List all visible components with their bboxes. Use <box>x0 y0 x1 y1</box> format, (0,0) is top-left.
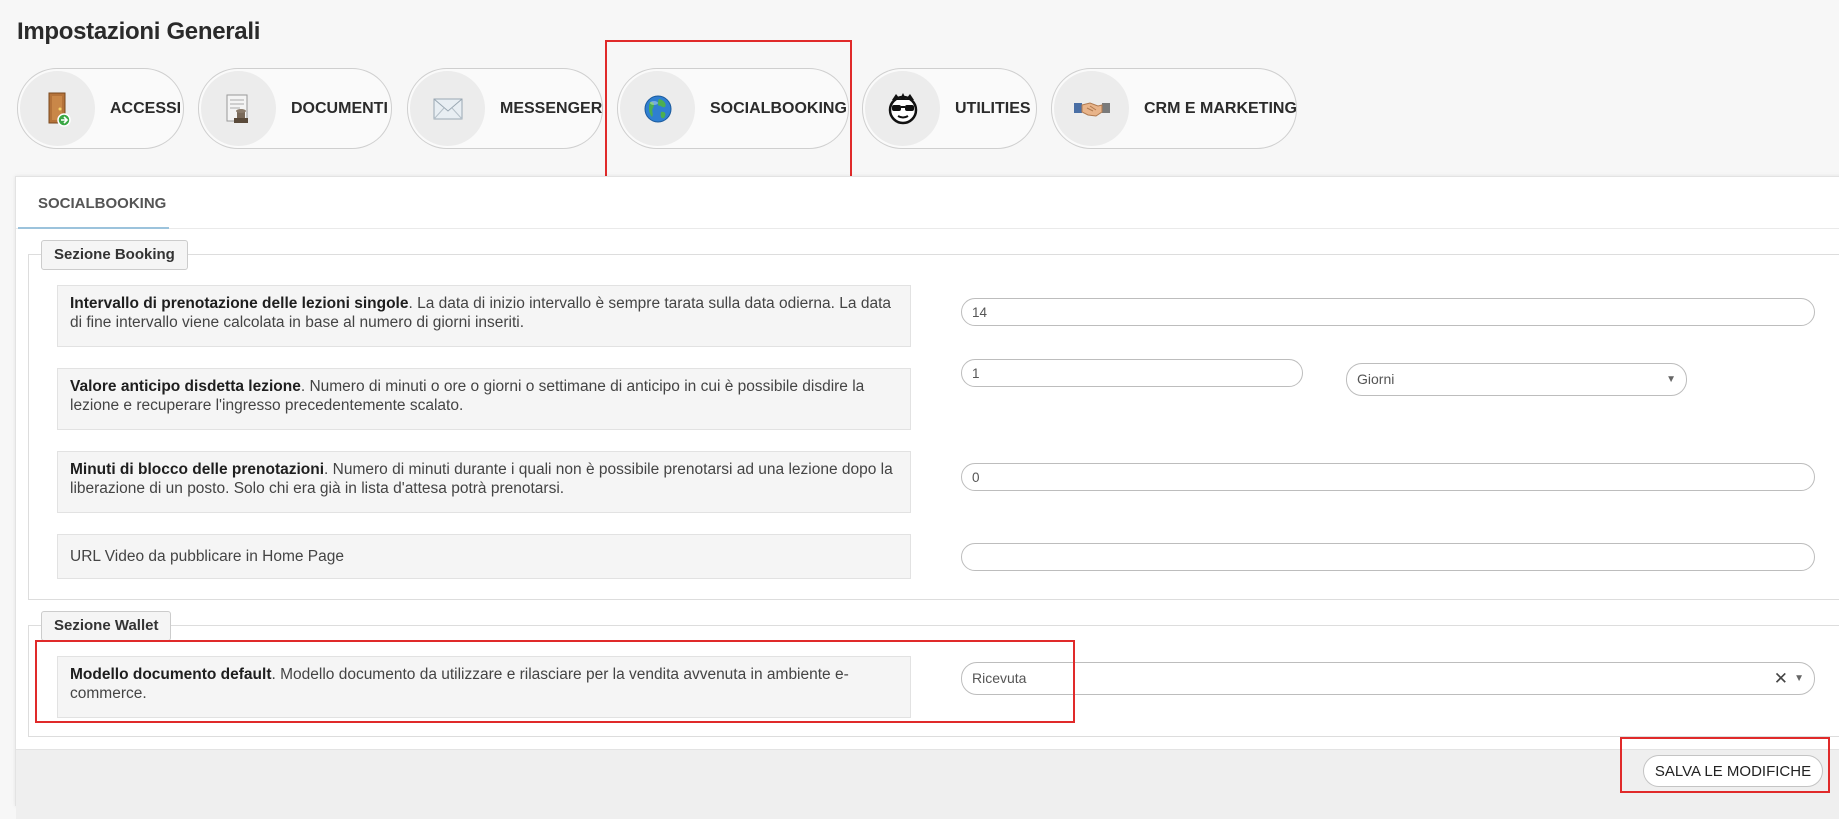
wallet-row-label: Modello documento default. Modello docum… <box>57 656 911 718</box>
save-button[interactable]: SALVA LE MODIFICHE <box>1643 755 1823 787</box>
category-utilities[interactable]: UTILITIES <box>862 68 1037 149</box>
category-label: DOCUMENTI <box>291 99 388 117</box>
category-label: SOCIALBOOKING <box>710 99 847 117</box>
row-title: Valore anticipo disdetta lezione <box>70 378 301 395</box>
door-icon <box>20 71 95 146</box>
sunglasses-face-icon <box>865 71 940 146</box>
booking-row-label: URL Video da pubblicare in Home Page <box>57 534 911 579</box>
booking-row-label: Minuti di blocco delle prenotazioni. Num… <box>57 451 911 513</box>
row-title: Minuti di blocco delle prenotazioni <box>70 461 325 478</box>
section-wallet-legend: Sezione Wallet <box>41 611 172 641</box>
handshake-icon <box>1054 71 1129 146</box>
stamp-icon <box>201 71 276 146</box>
row-title: Modello documento default <box>70 666 272 683</box>
select-value: Ricevuta <box>972 670 1027 686</box>
video-url-input[interactable] <box>961 543 1815 571</box>
select-value: Giorni <box>1357 371 1395 387</box>
category-bar: ACCESSI DOCUMENTI MESSENGER SOCIALBOOKIN… <box>17 68 1837 149</box>
footer-bar <box>16 749 1839 819</box>
chevron-down-icon: ▼ <box>1794 673 1804 684</box>
document-model-select[interactable]: Ricevuta ✕ ▼ <box>961 662 1815 695</box>
section-wallet: Sezione Wallet Modello documento default… <box>28 611 1839 737</box>
booking-row-label: Valore anticipo disdetta lezione. Numero… <box>57 368 911 430</box>
booking-block-minutes-input[interactable] <box>961 463 1815 491</box>
cancellation-advance-input[interactable] <box>961 359 1303 387</box>
section-booking-legend: Sezione Booking <box>41 240 188 270</box>
page-title: Impostazioni Generali <box>17 18 261 45</box>
category-label: ACCESSI <box>110 99 182 117</box>
category-socialbooking[interactable]: SOCIALBOOKING <box>617 68 849 149</box>
chevron-down-icon: ▼ <box>1666 374 1676 385</box>
section-booking: Sezione Booking Intervallo di prenotazio… <box>28 240 1839 600</box>
category-label: UTILITIES <box>955 99 1031 117</box>
category-crm-marketing[interactable]: CRM E MARKETING <box>1051 68 1297 149</box>
category-label: MESSENGER <box>500 99 603 117</box>
globe-icon <box>620 71 695 146</box>
category-label: CRM E MARKETING <box>1144 99 1297 117</box>
booking-row-label: Intervallo di prenotazione delle lezioni… <box>57 285 911 347</box>
row-title: Intervallo di prenotazione delle lezioni… <box>70 295 409 312</box>
close-icon[interactable]: ✕ <box>1774 663 1788 694</box>
category-messenger[interactable]: MESSENGER <box>407 68 603 149</box>
settings-panel: SOCIALBOOKING Sezione Booking Intervallo… <box>15 176 1839 819</box>
tab-bar: SOCIALBOOKING <box>16 177 1839 229</box>
booking-interval-input[interactable] <box>961 298 1815 326</box>
category-accessi[interactable]: ACCESSI <box>17 68 184 149</box>
tab-socialbooking[interactable]: SOCIALBOOKING <box>18 177 169 229</box>
row-description: URL Video da pubblicare in Home Page <box>70 548 345 565</box>
envelope-icon <box>410 71 485 146</box>
cancellation-unit-select[interactable]: Giorni ▼ <box>1346 363 1687 396</box>
category-documenti[interactable]: DOCUMENTI <box>198 68 392 149</box>
